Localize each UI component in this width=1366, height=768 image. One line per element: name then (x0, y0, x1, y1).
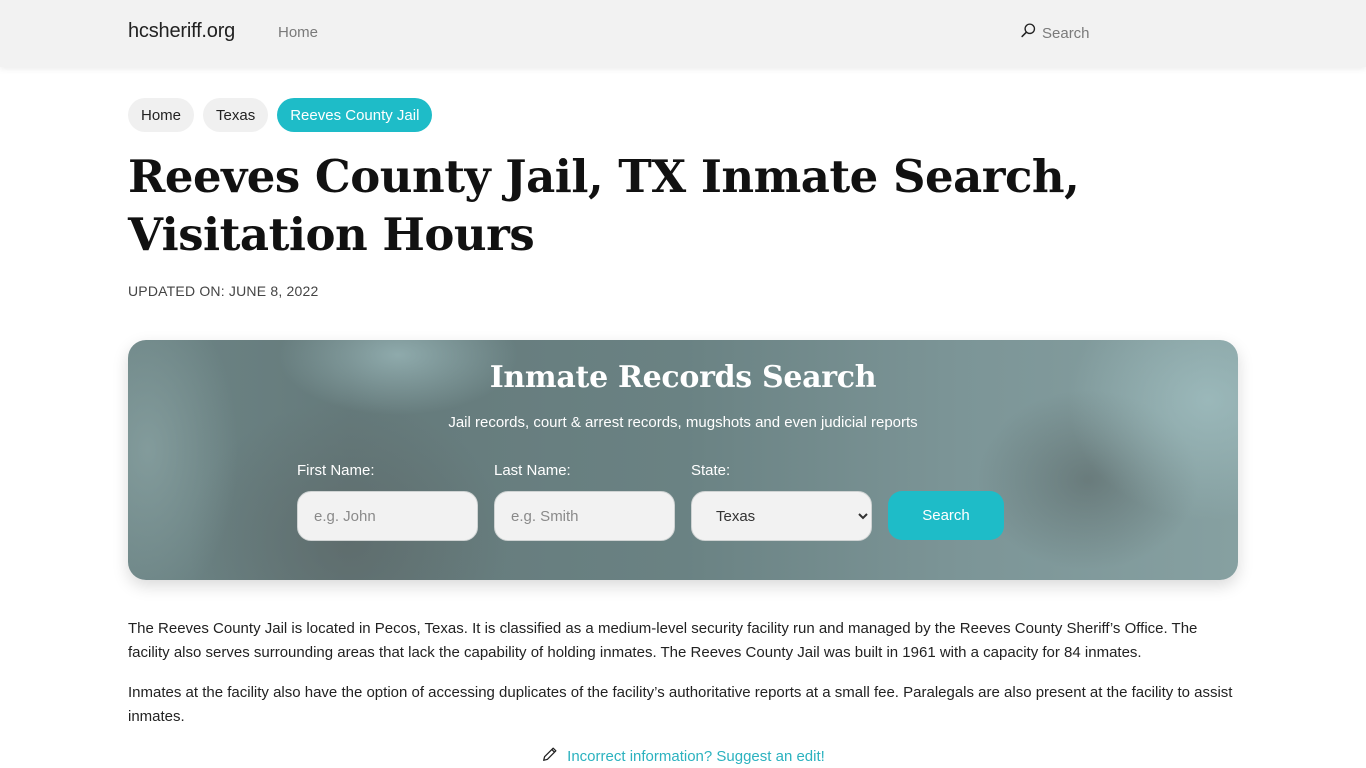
first-name-input[interactable] (297, 491, 478, 541)
suggest-edit-link[interactable]: Incorrect information? Suggest an edit! (567, 748, 825, 765)
breadcrumb-reeves-county-jail[interactable]: Reeves County Jail (277, 98, 433, 132)
search-icon (1020, 23, 1037, 43)
search-card-title: Inmate Records Search (489, 360, 877, 395)
state-select[interactable]: Texas (691, 491, 872, 541)
state-group: State: Texas (691, 462, 872, 541)
last-name-group: Last Name: (494, 462, 675, 541)
breadcrumb-home[interactable]: Home (128, 98, 195, 132)
first-name-label: First Name: (297, 462, 375, 479)
content-paragraph: The Reeves County Jail is located in Pec… (128, 620, 1198, 661)
nav-search-button[interactable]: Search (1020, 23, 1090, 43)
breadcrumb-texas[interactable]: Texas (203, 98, 269, 132)
last-name-input[interactable] (494, 491, 675, 541)
last-name-label: Last Name: (494, 462, 571, 479)
page-title: Reeves County Jail, TX Inmate Search, Vi… (128, 150, 1080, 261)
search-card-subtitle: Jail records, court & arrest records, mu… (448, 414, 918, 431)
pencil-icon (541, 745, 559, 768)
first-name-group: First Name: (297, 462, 478, 541)
updated-date: UPDATED ON: JUNE 8, 2022 (128, 283, 319, 299)
state-label: State: (691, 462, 731, 479)
site-brand-link[interactable]: hcsheriff.org (128, 20, 235, 43)
breadcrumb: Home Texas Reeves County Jail (128, 98, 433, 132)
inmate-search-card: Inmate Records Search Jail records, cour… (128, 340, 1238, 580)
search-button[interactable]: Search (888, 491, 1004, 540)
nav-link-home[interactable]: Home (278, 24, 318, 41)
content-paragraph: Inmates at the facility also have the op… (128, 684, 1233, 725)
suggest-edit: Incorrect information? Suggest an edit! (0, 745, 1366, 768)
navbar: hcsheriff.org Home Search (0, 0, 1366, 67)
nav-search-label: Search (1042, 25, 1090, 42)
